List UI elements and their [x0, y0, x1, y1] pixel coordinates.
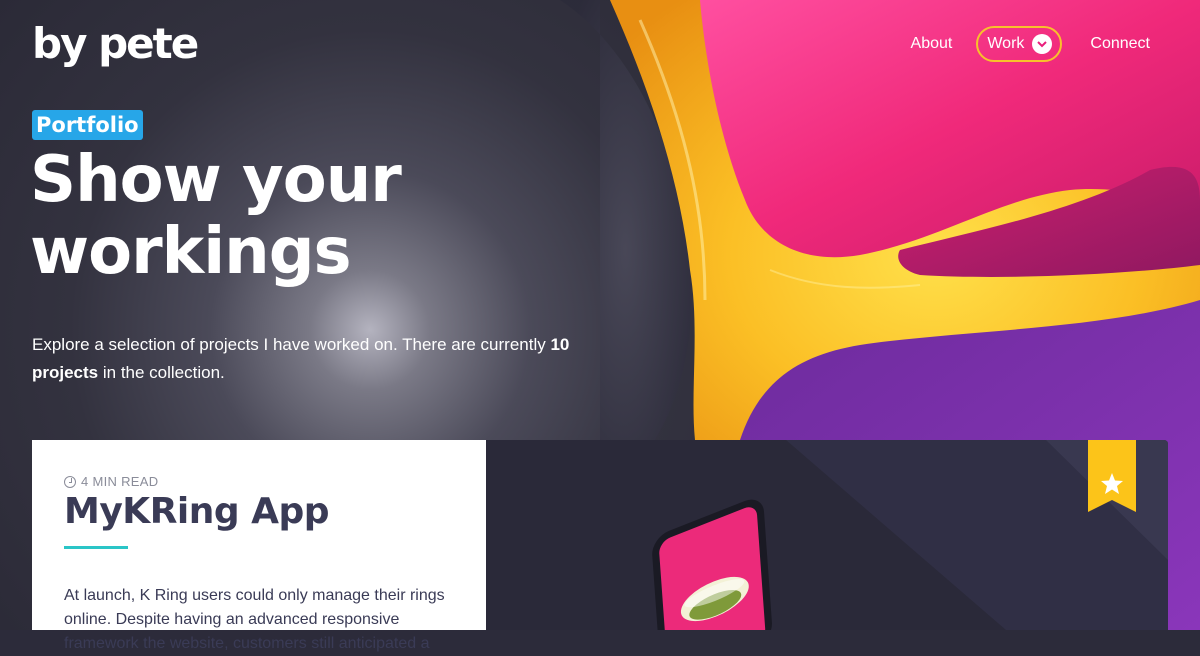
- nav-work-dropdown[interactable]: Work: [976, 26, 1063, 62]
- site-logo[interactable]: by pete: [32, 20, 199, 68]
- project-title[interactable]: MyKRing App: [64, 490, 330, 534]
- chevron-down-icon: [1032, 34, 1053, 54]
- page-title: Show your workings: [30, 144, 590, 288]
- project-excerpt: At launch, K Ring users could only manag…: [64, 587, 445, 652]
- featured-ribbon: [1088, 440, 1136, 512]
- intro-prefix: Explore a selection of projects I have w…: [32, 335, 551, 354]
- title-underline: [64, 546, 128, 549]
- intro-suffix: in the collection.: [98, 363, 225, 382]
- intro-text: Explore a selection of projects I have w…: [32, 331, 592, 387]
- nav-about-link[interactable]: About: [901, 26, 963, 62]
- main-nav: About Work Connect: [895, 26, 1160, 62]
- project-image[interactable]: [486, 440, 1168, 630]
- page-title-line-2: workings: [30, 215, 352, 289]
- nav-connect-link[interactable]: Connect: [1080, 26, 1160, 62]
- featured-project-card[interactable]: 4 MIN READ MyKRing App At launch, K Ring…: [32, 440, 486, 652]
- page-title-line-1: Show your: [30, 143, 402, 217]
- read-time: 4 MIN READ: [64, 474, 158, 489]
- clock-icon: [64, 475, 76, 488]
- read-time-label: 4 MIN READ: [81, 474, 159, 489]
- phone-mockup-illustration: [652, 440, 1168, 630]
- nav-work-label: Work: [987, 35, 1025, 52]
- portfolio-badge: Portfolio: [32, 110, 143, 140]
